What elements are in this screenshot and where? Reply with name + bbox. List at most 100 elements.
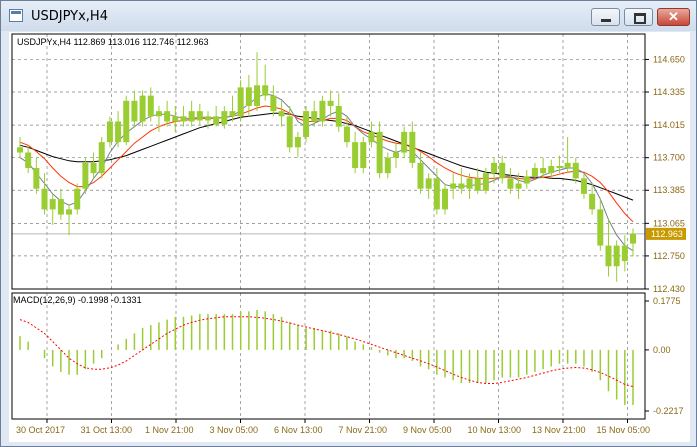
maximize-icon [625, 9, 652, 25]
candle-body [442, 188, 449, 210]
candle-body [57, 199, 64, 215]
candle-body [41, 188, 48, 210]
candle-body [556, 165, 563, 169]
candle-body [221, 111, 228, 125]
candle-body [491, 162, 498, 174]
time-axis-label: 7 Nov 21:00 [339, 425, 388, 435]
candle-body [196, 111, 203, 121]
candle-body [294, 136, 301, 148]
candle-body [188, 111, 195, 122]
candle-body [262, 85, 269, 96]
candle-body [343, 126, 350, 143]
chart-frames [11, 33, 646, 420]
candle-body [164, 111, 171, 122]
macd-axis-label: 0.1775 [653, 296, 681, 306]
macd-axis-label: -0.2217 [653, 406, 684, 416]
candle-body [17, 147, 23, 153]
minimize-button[interactable] [591, 8, 620, 26]
candle-body [401, 131, 408, 153]
candle-body [466, 178, 473, 189]
candle-body [303, 111, 310, 137]
candle-body [278, 111, 285, 117]
candle-body [139, 95, 146, 122]
candle-body [147, 95, 154, 117]
chart-window: USDJPYx,H4 ✕ 114.650 114.335 114.015 113.70… [0, 0, 697, 447]
candle-body [327, 100, 334, 106]
candle-body [417, 162, 424, 189]
candle-body [540, 168, 547, 174]
time-axis-label: 3 Nov 05:00 [210, 425, 259, 435]
window-titlebar[interactable]: USDJPYx,H4 ✕ [1, 1, 696, 31]
price-axis-label: 114.650 [653, 54, 685, 64]
time-axis-label: 31 Oct 13:00 [81, 425, 133, 435]
candle-body [286, 116, 293, 148]
price-axis-label: 113.065 [653, 218, 685, 228]
candle-body [90, 162, 97, 174]
macd-axis-label: 0.00 [653, 345, 671, 355]
time-axis-label: 30 Oct 2017 [16, 425, 65, 435]
time-axis-label: 10 Nov 13:00 [468, 425, 522, 435]
candle-body [605, 245, 612, 267]
main-chart-legend: USDJPYx,H4 112.869 113.016 112.746 112.9… [17, 37, 208, 47]
candle-body [499, 162, 506, 179]
candle-body [131, 100, 138, 122]
chart-svg[interactable]: 114.650 114.335 114.015 113.700 113.385 113.0… [9, 32, 690, 442]
candle-body [392, 152, 399, 158]
chart-axes: 114.650 114.335 114.015 113.700 113.385 113.0… [16, 54, 686, 435]
candle-body [376, 131, 383, 174]
close-icon: ✕ [668, 9, 679, 24]
candle-body [25, 152, 32, 169]
candle-body [180, 116, 187, 122]
candle-body [548, 165, 555, 174]
candle-body [123, 100, 130, 143]
candle-body [482, 173, 489, 191]
candle-body [172, 116, 179, 122]
candle-body [580, 178, 587, 194]
candle-body [115, 121, 122, 143]
candle-body [433, 178, 440, 210]
candle-body [450, 183, 457, 189]
candle-body [384, 157, 391, 174]
minimize-icon [592, 9, 619, 25]
macd-signal-line [19, 316, 634, 388]
time-axis-label: 9 Nov 05:00 [403, 425, 452, 435]
candle-body [49, 199, 56, 210]
time-axis-label: 15 Nov 05:00 [597, 425, 651, 435]
chart-window-icon [9, 9, 23, 22]
maximize-button[interactable] [624, 8, 653, 26]
price-axis-label: 113.700 [653, 153, 685, 163]
candle-body [630, 233, 636, 244]
price-axis-label: 114.015 [653, 120, 685, 130]
candle-body [155, 111, 162, 117]
macd-frame [11, 292, 646, 420]
candle-body [597, 209, 604, 246]
close-button[interactable]: ✕ [657, 8, 690, 26]
time-axis-label: 6 Nov 13:00 [274, 425, 323, 435]
candle-body [425, 178, 432, 189]
candle-body [335, 105, 342, 127]
current-price-label: 112.963 [651, 229, 683, 239]
candle-body [474, 178, 481, 191]
candle-body [572, 162, 579, 179]
price-axis-label: 114.335 [653, 87, 685, 97]
candle-body [204, 116, 211, 121]
candle-body [515, 183, 522, 189]
candle-body [33, 168, 40, 189]
main-chart-frame [11, 33, 646, 290]
price-axis-label: 112.430 [653, 284, 685, 294]
candle-body [237, 87, 244, 117]
grid-lines [12, 34, 645, 419]
candle-body [352, 142, 359, 169]
candle-body [229, 111, 236, 117]
candle-body [523, 176, 530, 184]
candle-body [245, 87, 252, 106]
candle-body [564, 162, 571, 169]
time-axis-label: 1 Nov 21:00 [145, 425, 194, 435]
candle-body [254, 85, 261, 106]
window-title: USDJPYx,H4 [31, 9, 108, 24]
candle-body [270, 95, 277, 112]
candle-body [409, 131, 416, 163]
chart-canvas[interactable]: 114.650 114.335 114.015 113.700 113.385 113.0… [9, 32, 690, 442]
time-axis-label: 13 Nov 21:00 [532, 425, 586, 435]
candle-body [106, 121, 113, 143]
